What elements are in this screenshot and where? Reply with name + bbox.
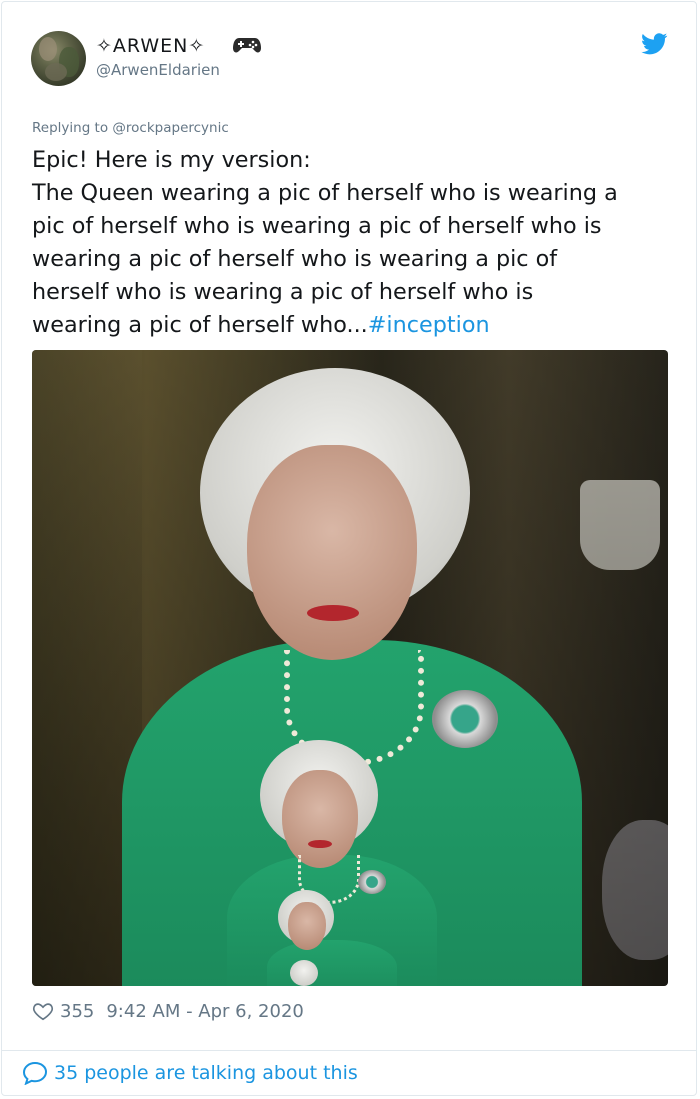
tweet-line: wearing a pic of herself who...#inceptio… [32,312,490,338]
tweet-line: herself who is wearing a pic of herself … [32,279,534,305]
author-handle[interactable]: @ArwenEldarien [96,61,220,79]
author-display-name[interactable]: ✧ARWEN✧ [96,35,205,57]
like-count[interactable]: 355 [60,1001,94,1022]
tweet-line: wearing a pic of herself who is wearing … [32,246,558,272]
speech-bubble-icon [22,1061,48,1085]
replying-to[interactable]: Replying to @rockpapercynic [32,120,229,136]
tweet-timestamp[interactable]: 9:42 AM - Apr 6, 2020 [106,1001,304,1022]
divider [1,1050,697,1051]
user-avatar[interactable] [31,31,86,86]
tweet-meta: 355 9:42 AM - Apr 6, 2020 [32,999,304,1023]
tweet-line: Epic! Here is my version: [32,147,311,173]
heart-icon[interactable] [32,1000,54,1022]
tweet-image[interactable] [32,350,668,986]
tweet-line: The Queen wearing a pic of herself who i… [32,180,618,206]
hashtag-link[interactable]: #inception [368,312,490,338]
twitter-bird-icon[interactable] [641,33,668,55]
tweet-line: pic of herself who is wearing a pic of h… [32,213,602,239]
game-controller-icon [233,38,261,53]
tweet-text: Epic! Here is my version: The Queen wear… [32,144,677,342]
talking-label[interactable]: 35 people are talking about this [54,1062,358,1084]
conversation-link[interactable]: 35 people are talking about this [22,1061,358,1085]
